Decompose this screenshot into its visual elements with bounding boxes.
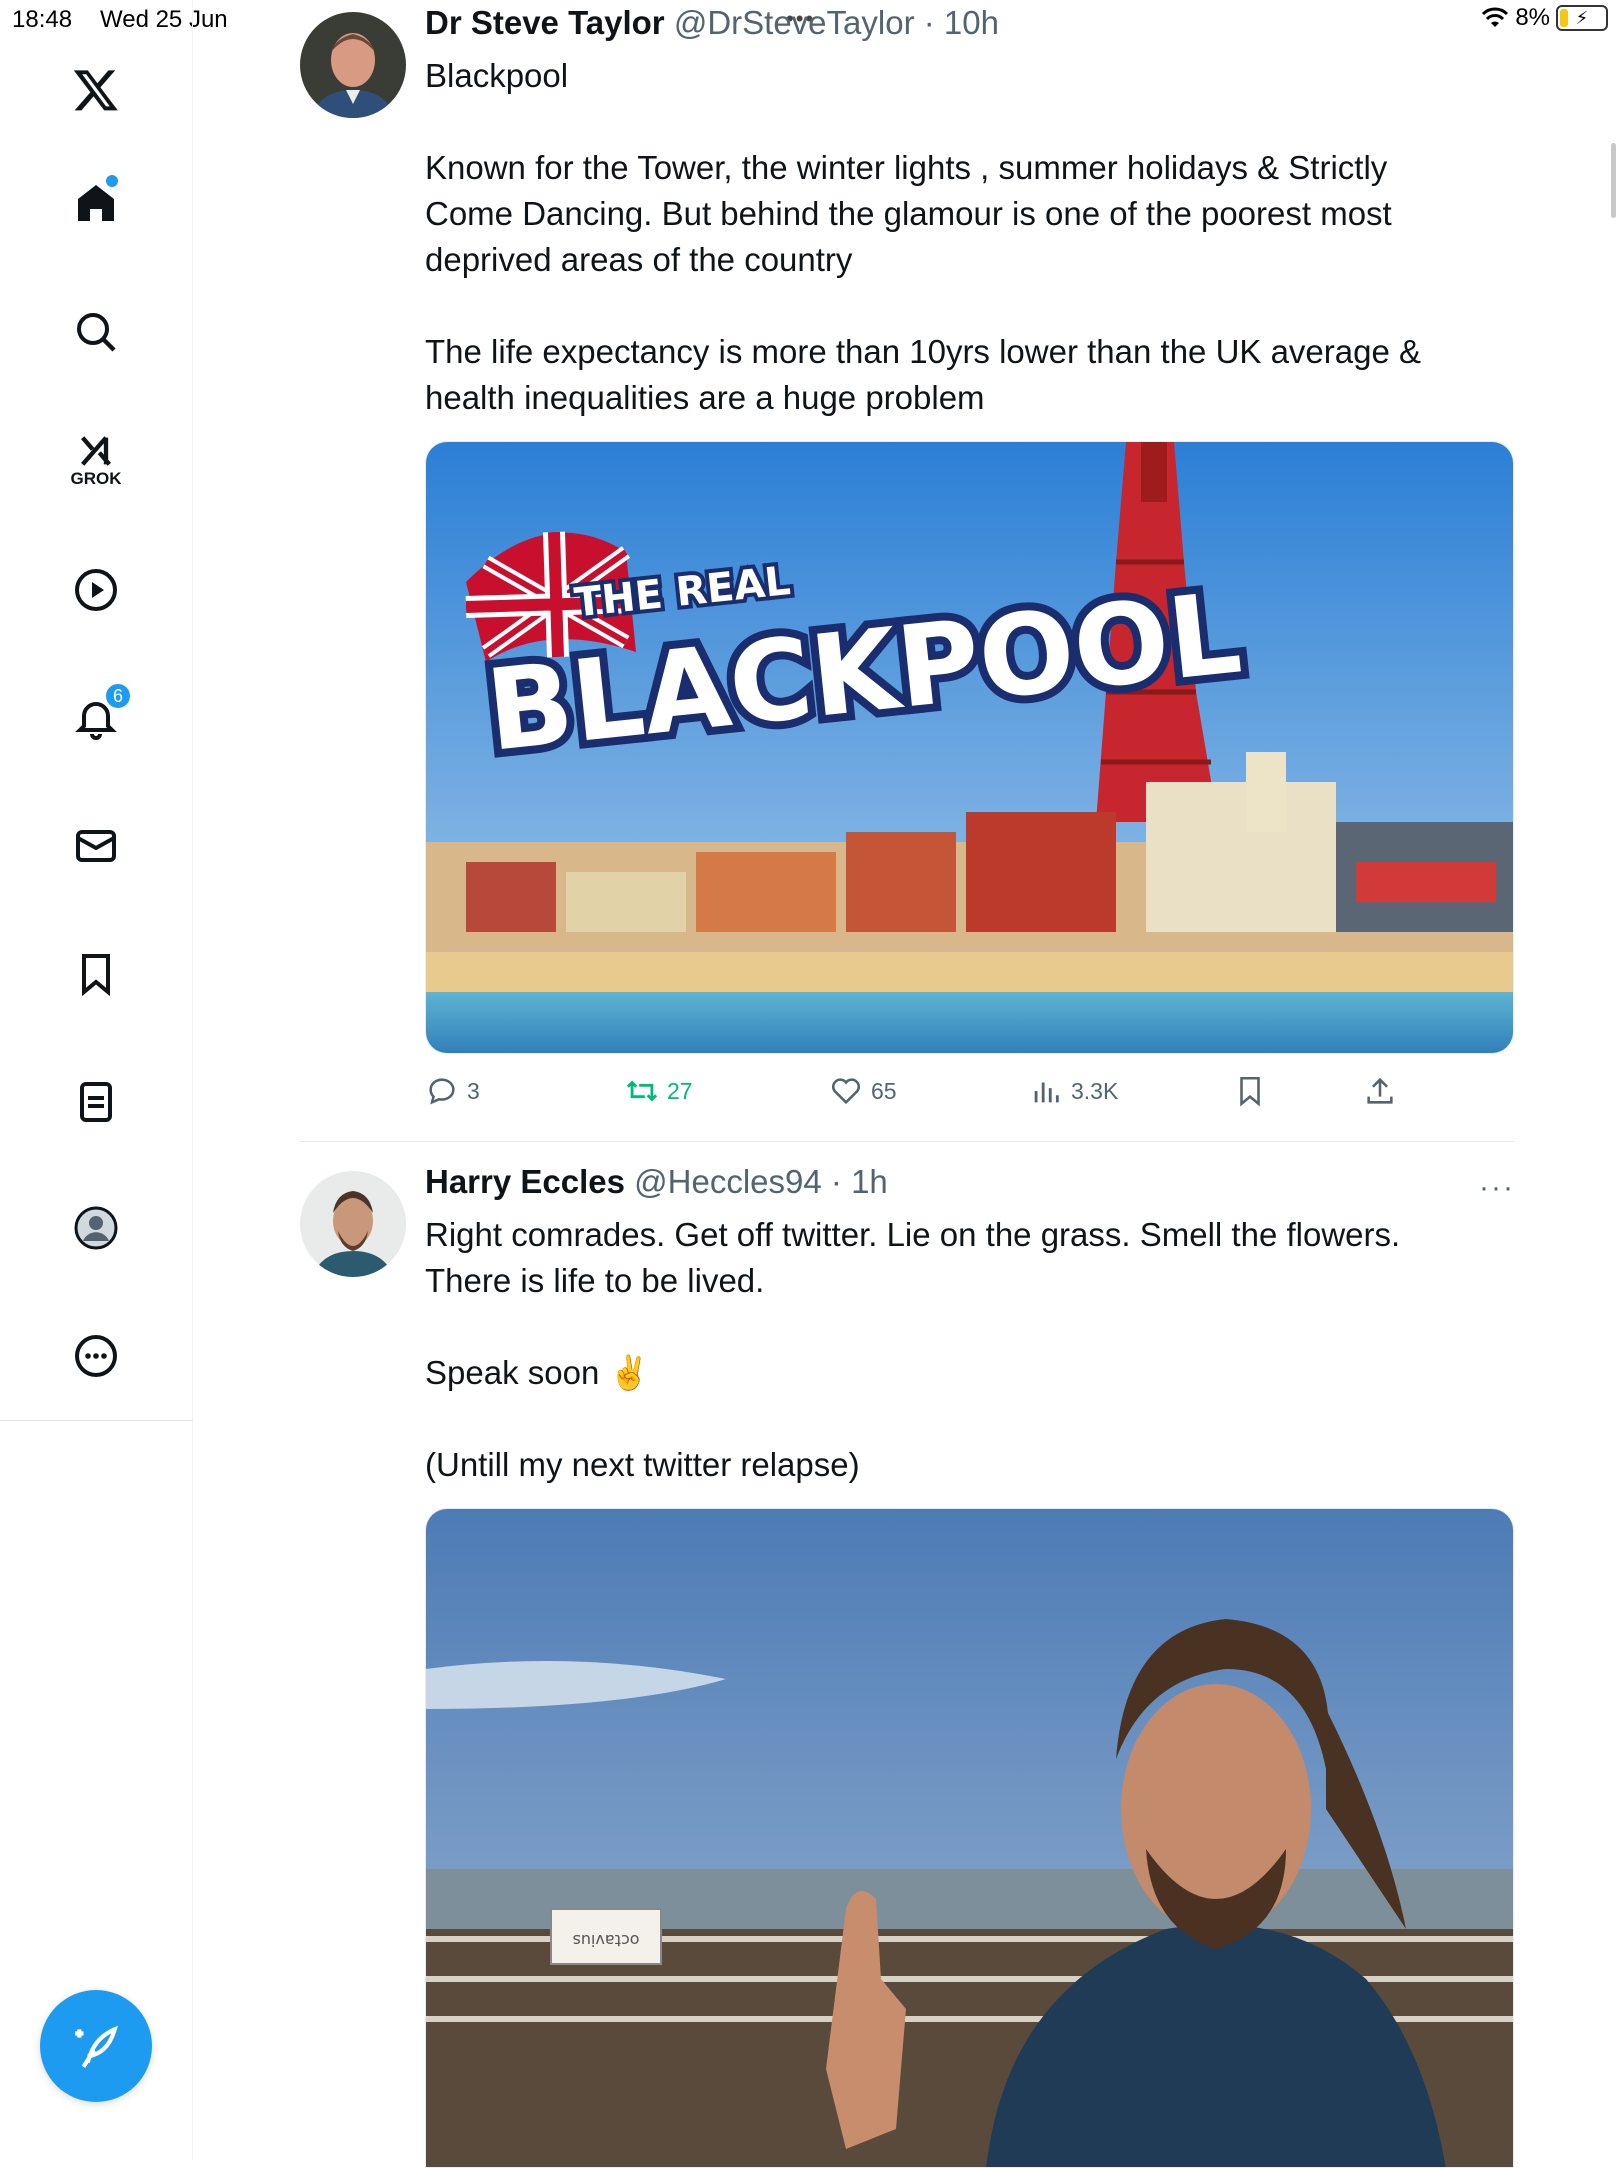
mail-icon[interactable]	[56, 806, 136, 886]
tweet-actions: 3 27 65 3.3K	[425, 1074, 1425, 1114]
bookmark-icon[interactable]	[56, 934, 136, 1014]
tweet-time[interactable]: · 1h	[831, 1163, 888, 1200]
compose-icon	[75, 2025, 118, 2068]
tweet-header: Dr Steve Taylor @DrSteveTaylor · 10h	[425, 4, 999, 42]
avatar[interactable]	[300, 12, 406, 118]
tweet-line: Known for the Tower, the winter lights ,…	[425, 149, 1388, 186]
author-handle[interactable]: @Heccles94	[634, 1163, 822, 1200]
more-icon[interactable]	[56, 1316, 136, 1396]
tweet-line: deprived areas of the country	[425, 241, 853, 278]
like-count: 65	[871, 1077, 897, 1104]
list-icon[interactable]	[56, 1062, 136, 1142]
tweet-more-button[interactable]: ···	[1479, 1171, 1515, 1205]
bookmark-icon	[1240, 1076, 1260, 1107]
tweet-divider	[300, 1141, 1515, 1142]
share-icon	[1367, 1077, 1393, 1104]
view-count: 3.3K	[1071, 1077, 1119, 1104]
tweet-image[interactable]: THE REAL BLACKPOOL	[425, 441, 1514, 1054]
tweet-text: Blackpool Known for the Tower, the winte…	[425, 53, 1525, 421]
battery-icon: ⚡	[1556, 5, 1608, 31]
share-button[interactable]	[1363, 1074, 1397, 1108]
profile-icon[interactable]	[56, 1188, 136, 1268]
retweet-icon	[626, 1080, 658, 1102]
tweet-time[interactable]: · 10h	[924, 4, 999, 41]
x-logo-icon[interactable]	[56, 50, 136, 130]
bookmark-button[interactable]	[1233, 1074, 1267, 1108]
status-indicators: 8% ⚡	[1481, 4, 1608, 32]
wifi-icon	[1482, 7, 1509, 27]
battery-percent: 8%	[1515, 4, 1550, 31]
tweet-line: The life expectancy is more than 10yrs l…	[425, 333, 1422, 370]
views-button[interactable]: 3.3K	[1029, 1074, 1118, 1108]
tweet-line: There is life to be lived.	[425, 1262, 765, 1299]
bell-icon[interactable]: 6	[56, 678, 136, 758]
sidebar-divider	[0, 1420, 193, 1421]
home-icon[interactable]	[56, 163, 136, 243]
home-unread-dot	[106, 175, 118, 187]
like-button[interactable]: 65	[829, 1074, 897, 1108]
author-name[interactable]: Dr Steve Taylor	[425, 4, 665, 41]
author-name[interactable]: Harry Eccles	[425, 1163, 625, 1200]
views-icon	[1034, 1082, 1059, 1103]
retweet-button[interactable]: 27	[625, 1074, 693, 1108]
reply-button[interactable]: 3	[425, 1074, 480, 1108]
tweet-line: Speak soon ✌️	[425, 1354, 650, 1391]
grok-icon[interactable]: GROK	[56, 420, 136, 500]
pier-sign-text: octavius	[572, 1931, 639, 1950]
search-icon[interactable]	[56, 292, 136, 372]
grok-label: GROK	[70, 469, 122, 488]
reply-icon	[429, 1078, 455, 1105]
play-icon[interactable]	[56, 550, 136, 630]
reply-count: 3	[467, 1077, 480, 1104]
avatar[interactable]	[300, 1171, 406, 1277]
retweet-count: 27	[667, 1077, 693, 1104]
heart-icon	[831, 1078, 861, 1105]
tweet-text: Right comrades. Get off twitter. Lie on …	[425, 1212, 1525, 1488]
scrollbar[interactable]	[1611, 143, 1616, 218]
tweet-line: Right comrades. Get off twitter. Lie on …	[425, 1216, 1401, 1253]
author-handle[interactable]: @DrSteveTaylor	[674, 4, 915, 41]
sidebar: GROK 6	[0, 0, 193, 2160]
tweet-header: Harry Eccles @Heccles94 · 1h	[425, 1163, 888, 1201]
tweet-line: Blackpool	[425, 57, 569, 94]
tweet-image[interactable]: octavius	[425, 1508, 1514, 2168]
tweet-line: (Untill my next twitter relapse)	[425, 1446, 860, 1483]
tweet-line: health inequalities are a huge problem	[425, 379, 985, 416]
tweet-line: Come Dancing. But behind the glamour is …	[425, 195, 1392, 232]
notifications-badge: 6	[104, 682, 132, 710]
compose-button[interactable]	[40, 1990, 152, 2102]
